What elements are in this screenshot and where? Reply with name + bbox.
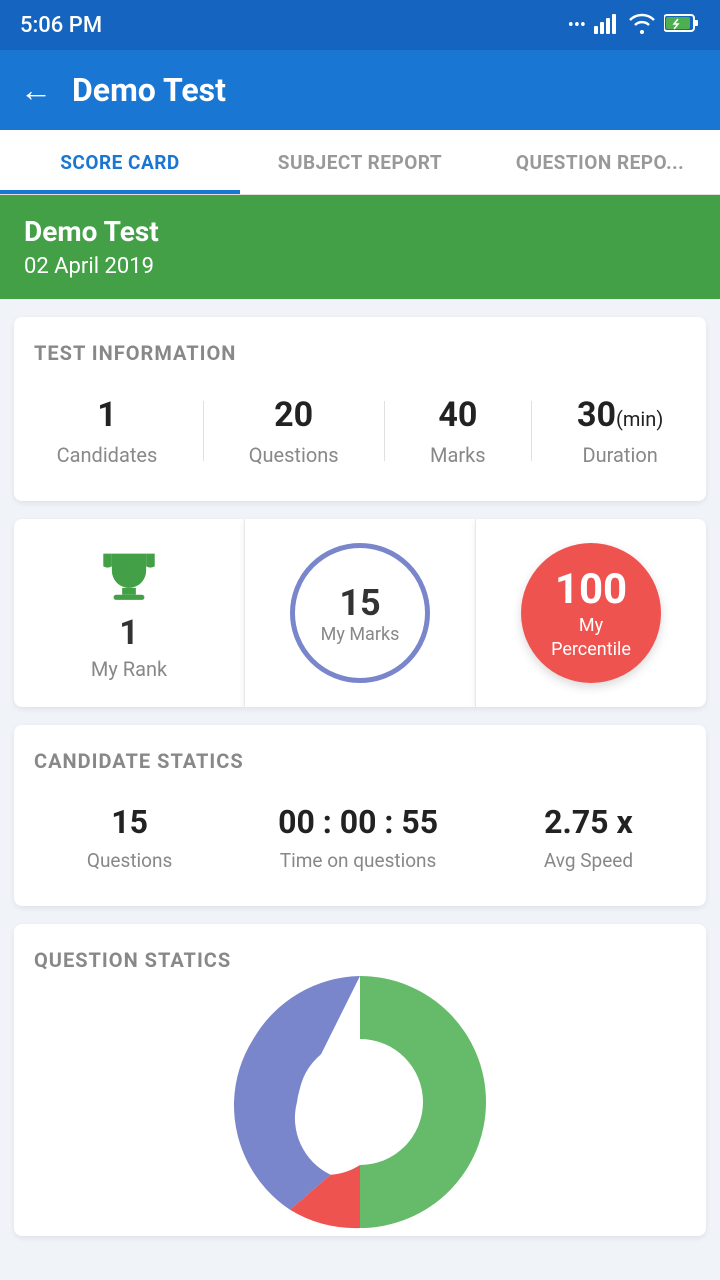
banner-test-date: 02 April 2019 [24,254,696,279]
candidate-statics-card: CANDIDATE STATICS 15 Questions 00 : 00 :… [14,725,706,906]
candidates-item: 1 Candidates [57,395,158,467]
marks-circle: 15 My Marks [290,543,430,683]
rank-box: 1 My Rank [14,519,244,707]
questions-label: Questions [249,443,339,467]
banner-test-name: Demo Test [24,215,696,248]
cand-time-item: 00 : 00 : 55 Time on questions [278,803,438,872]
test-info-title: TEST INFORMATION [34,341,686,365]
duration-item: 30(min) Duration [577,395,663,467]
signal-dots-icon: ••• [568,15,586,36]
cand-time-value: 00 : 00 : 55 [278,803,438,841]
cand-speed-label: Avg Speed [544,849,633,872]
signal-bars-icon [594,12,620,39]
back-button[interactable]: ← [20,71,52,109]
trophy-icon [94,545,164,605]
status-time: 5:06 PM [20,13,102,38]
candidate-grid: 15 Questions 00 : 00 : 55 Time on questi… [34,793,686,882]
app-title: Demo Test [72,71,226,109]
status-bar: 5:06 PM ••• [0,0,720,50]
test-information-card: TEST INFORMATION 1 Candidates 20 Questio… [14,317,706,501]
cand-speed-value: 2.75 x [544,803,633,841]
tab-question-report[interactable]: QUESTION REPO... [480,130,720,194]
cand-time-label: Time on questions [280,849,437,872]
donut-chart [220,962,500,1242]
percentile-label: MyPercentile [551,614,631,661]
duration-value: 30(min) [577,395,663,435]
tab-bar: SCORE CARD SUBJECT REPORT QUESTION REPO.… [0,130,720,195]
marks-item: 40 Marks [430,395,486,467]
donut-chart-container [34,992,686,1212]
rank-label: My Rank [91,657,167,681]
questions-item: 20 Questions [249,395,339,467]
candidates-label: Candidates [57,443,158,467]
percentile-box: 100 MyPercentile [475,519,706,707]
tab-subject-report[interactable]: SUBJECT REPORT [240,130,480,194]
marks-circle-value: 15 [339,582,380,624]
rank-value: 1 [119,613,139,653]
cand-questions-value: 15 [111,803,148,841]
divider-1 [203,401,204,461]
percentile-value: 100 [555,565,627,614]
marks-label: Marks [430,443,486,467]
marks-value: 40 [438,395,477,435]
candidates-value: 1 [97,395,117,435]
divider-2 [384,401,385,461]
status-icons: ••• [568,12,700,39]
green-banner: Demo Test 02 April 2019 [0,195,720,299]
tab-score-card[interactable]: SCORE CARD [0,130,240,194]
wifi-icon [628,12,656,39]
app-bar: ← Demo Test [0,50,720,130]
percentile-circle: 100 MyPercentile [521,543,661,683]
question-statics-card: QUESTION STATICS [14,924,706,1236]
cand-speed-item: 2.75 x Avg Speed [544,803,633,872]
candidate-statics-title: CANDIDATE STATICS [34,749,686,773]
cand-questions-label: Questions [87,849,172,872]
cand-questions-item: 15 Questions [87,803,172,872]
test-info-grid: 1 Candidates 20 Questions 40 Marks 30(mi… [34,385,686,477]
duration-label: Duration [583,443,658,467]
battery-icon [664,13,700,38]
questions-value: 20 [274,395,313,435]
marks-box: 15 My Marks [244,519,475,707]
divider-3 [531,401,532,461]
stats-row: 1 My Rank 15 My Marks 100 MyPercentile [14,519,706,707]
marks-circle-label: My Marks [321,624,400,645]
